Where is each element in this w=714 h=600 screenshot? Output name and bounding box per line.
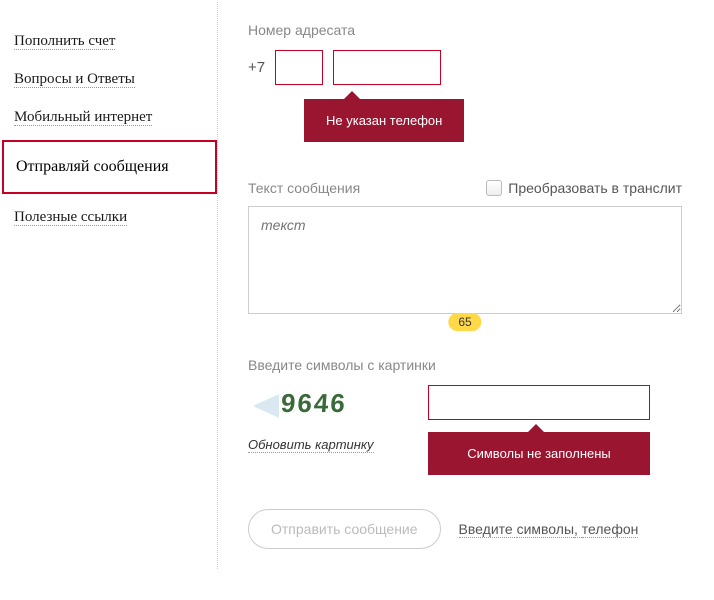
captcha-input[interactable] — [428, 385, 650, 420]
sidebar-link: Отправляй сообщения — [16, 158, 169, 175]
sidebar-item-faq[interactable]: Вопросы и Ответы — [2, 60, 217, 98]
sidebar-link[interactable]: Пополнить счет — [14, 33, 115, 50]
message-textarea[interactable] — [248, 206, 682, 314]
hint-phone: телефон — [582, 521, 639, 538]
phone-prefix: +7 — [248, 59, 265, 76]
sidebar-link[interactable]: Вопросы и Ответы — [14, 71, 135, 88]
message-label: Текст сообщения — [248, 180, 360, 196]
submit-button[interactable]: Отправить сообщение — [248, 509, 441, 549]
translit-label: Преобразовать в транслит — [508, 180, 682, 196]
sidebar-item-topup[interactable]: Пополнить счет — [2, 22, 217, 60]
captcha-label: Введите символы с картинки — [248, 357, 682, 373]
sidebar-item-internet[interactable]: Мобильный интернет — [2, 98, 217, 136]
phone-code-input[interactable] — [275, 50, 323, 85]
sidebar-link[interactable]: Мобильный интернет — [14, 109, 152, 126]
submit-hint: Введите символы, телефон — [459, 521, 639, 537]
translit-checkbox[interactable] — [486, 180, 502, 196]
phone-error-tooltip: Не указан телефон — [304, 99, 464, 142]
sidebar-link[interactable]: Полезные ссылки — [14, 209, 127, 226]
captcha-refresh-link[interactable]: Обновить картинку — [248, 437, 374, 453]
phone-number-input[interactable] — [333, 50, 441, 85]
recipient-label: Номер адресата — [248, 22, 682, 38]
char-counter: 65 — [448, 313, 481, 331]
main-content: Номер адресата +7 Не указан телефон Текс… — [218, 2, 712, 569]
captcha-error-tooltip: Символы не заполнены — [428, 432, 650, 475]
sidebar-item-links[interactable]: Полезные ссылки — [2, 198, 217, 236]
sidebar: Пополнить счет Вопросы и Ответы Мобильны… — [2, 2, 218, 569]
captcha-digits: 9646 — [280, 388, 348, 419]
hint-symbols: символы — [517, 521, 574, 538]
phone-row: +7 — [248, 50, 682, 85]
captcha-decoration — [253, 394, 279, 418]
sidebar-item-send-messages[interactable]: Отправляй сообщения — [2, 140, 217, 194]
captcha-image: 9646 — [248, 385, 408, 427]
